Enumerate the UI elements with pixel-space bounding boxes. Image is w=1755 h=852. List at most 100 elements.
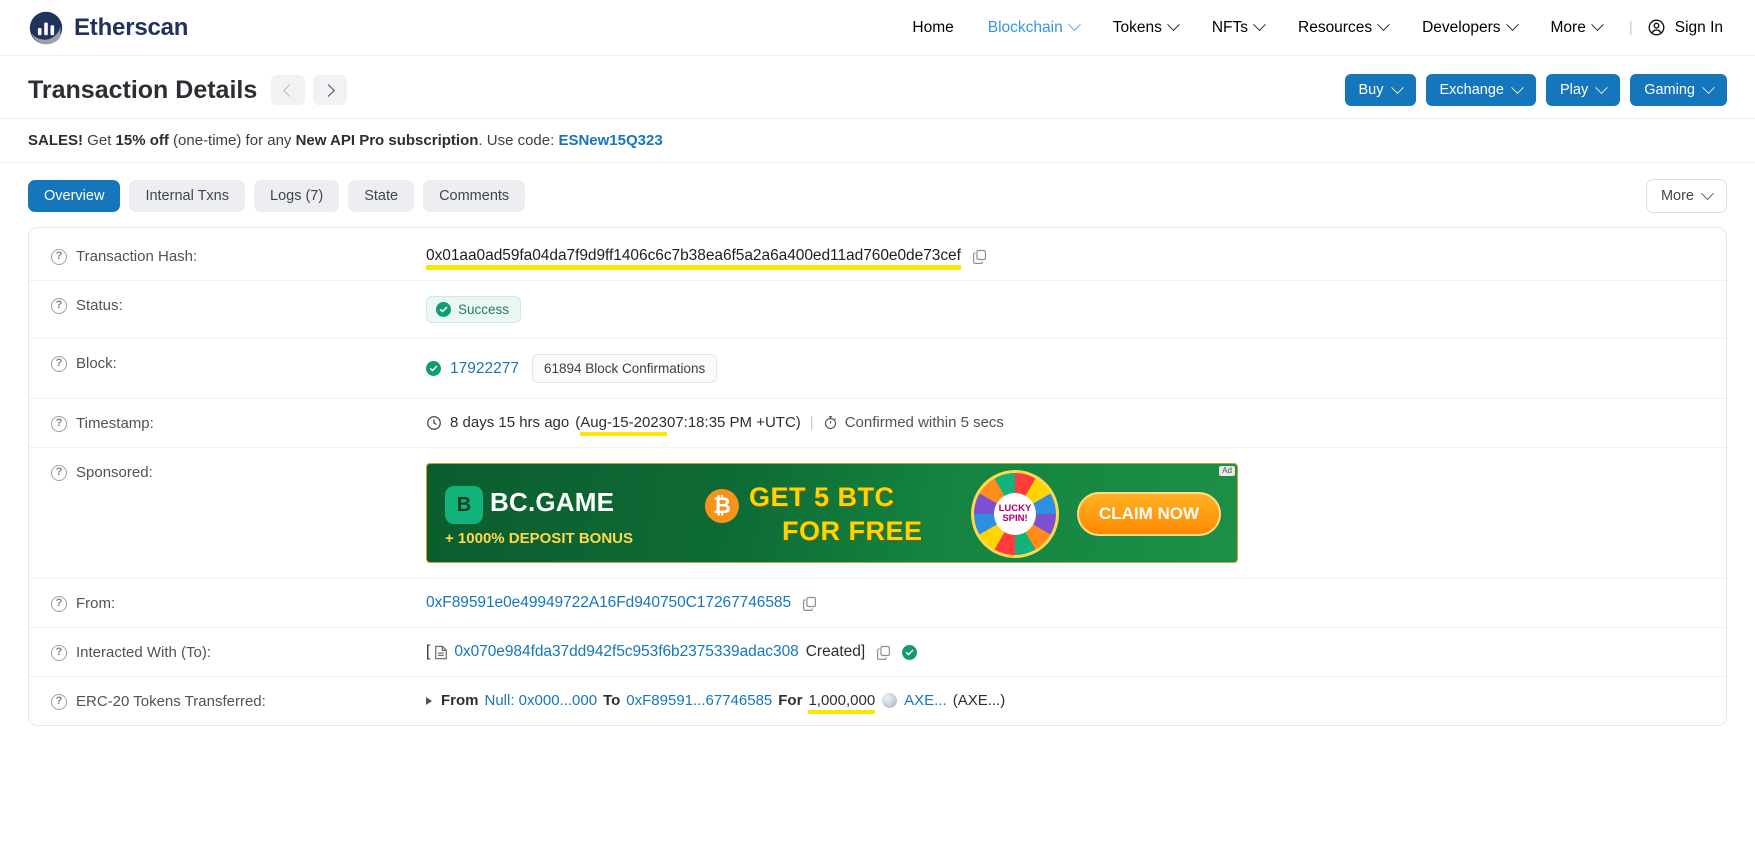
play-button[interactable]: Play: [1546, 74, 1621, 106]
nav-item-developers[interactable]: Developers: [1405, 13, 1533, 43]
copy-icon[interactable]: [876, 645, 891, 660]
created-label: Created: [805, 643, 861, 660]
copy-icon[interactable]: [972, 249, 987, 264]
erc20-token-symbol: (AXE...): [952, 692, 1006, 709]
sales-text-middle: (one-time) for any: [168, 132, 296, 149]
tab-state[interactable]: State: [348, 180, 415, 212]
etherscan-logo-icon: [29, 11, 63, 44]
sponsored-ad-banner[interactable]: B BC.GAME + 1000% DEPOSIT BONUS ₿ GET 5 …: [426, 463, 1238, 563]
label-timestamp: ? Timestamp:: [51, 414, 426, 432]
label-text-status: Status:: [76, 297, 123, 314]
user-circle-icon: [1648, 19, 1665, 36]
label-sponsored: ? Sponsored:: [51, 463, 426, 481]
expand-triangle-icon[interactable]: [426, 696, 432, 705]
nav-label-tokens: Tokens: [1112, 18, 1162, 36]
promo-code-link[interactable]: ESNew15Q323: [558, 132, 662, 149]
help-icon[interactable]: ?: [51, 415, 67, 432]
more-tabs-label: More: [1660, 188, 1694, 204]
help-icon[interactable]: ?: [51, 355, 67, 372]
tab-logs[interactable]: Logs (7): [254, 180, 340, 212]
row-from: ? From: 0xF89591e0e49949722A16Fd940750C1…: [29, 578, 1726, 627]
copy-icon[interactable]: [802, 596, 817, 611]
nav-label-resources: Resources: [1298, 18, 1373, 36]
help-icon[interactable]: ?: [51, 248, 67, 265]
tab-overview[interactable]: Overview: [28, 180, 121, 212]
label-from: ? From:: [51, 594, 426, 612]
label-text-from: From:: [76, 595, 116, 612]
value-from: 0xF89591e0e49949722A16Fd940750C172677465…: [426, 594, 1704, 612]
row-interacted-with: ? Interacted With (To): [ 0x070e984fda37…: [29, 627, 1726, 676]
nav-item-more[interactable]: More: [1534, 13, 1619, 43]
help-icon[interactable]: ?: [51, 644, 67, 661]
chevron-down-icon: [1595, 80, 1609, 94]
from-address-link[interactable]: 0xF89591e0e49949722A16Fd940750C172677465…: [426, 594, 791, 612]
sign-in-button[interactable]: Sign In: [1643, 12, 1727, 43]
nav-item-home[interactable]: Home: [895, 13, 970, 43]
help-icon[interactable]: ?: [51, 595, 67, 612]
gaming-button[interactable]: Gaming: [1630, 74, 1727, 106]
nav-item-resources[interactable]: Resources: [1281, 13, 1405, 43]
nav-item-tokens[interactable]: Tokens: [1096, 13, 1195, 43]
tab-internal-txns[interactable]: Internal Txns: [129, 180, 245, 212]
label-text-block: Block:: [76, 355, 117, 372]
value-timestamp: 8 days 15 hrs ago(Aug-15-2023 07:18:35 P…: [426, 414, 1704, 436]
timestamp-relative: 8 days 15 hrs ago: [450, 414, 570, 431]
previous-transaction-button[interactable]: [271, 75, 306, 105]
nav-label-nfts: NFTs: [1211, 18, 1248, 36]
label-block: ? Block:: [51, 354, 426, 372]
chevron-down-icon: [1377, 18, 1390, 32]
row-timestamp: ? Timestamp: 8 days 15 hrs ago(Aug-15-20…: [29, 398, 1726, 447]
chevron-down-icon: [1701, 186, 1714, 200]
erc20-from-address-link[interactable]: Null: 0x000...000: [485, 692, 598, 709]
gaming-label: Gaming: [1644, 82, 1695, 98]
ad-wheel-label: LUCKY SPIN!: [994, 493, 1036, 535]
contract-verified-icon: [902, 644, 918, 660]
nav-label-more: More: [1550, 18, 1586, 36]
chevron-down-icon: [1166, 18, 1180, 32]
row-sponsored: ? Sponsored: B BC.GAME + 1000% DEPOSIT B…: [29, 447, 1726, 578]
play-label: Play: [1560, 82, 1589, 98]
row-transaction-hash: ? Transaction Hash: 0x01aa0ad59fa04da7f9…: [29, 232, 1726, 280]
chevron-down-icon: [1253, 18, 1266, 32]
brand-name: Etherscan: [74, 13, 189, 41]
tab-bar: Overview Internal Txns Logs (7) State Co…: [0, 163, 1755, 227]
exchange-button[interactable]: Exchange: [1425, 74, 1536, 106]
bracket-open: [: [426, 643, 431, 660]
check-circle-icon: [436, 302, 451, 317]
buy-button[interactable]: Buy: [1344, 74, 1416, 106]
value-transaction-hash: 0x01aa0ad59fa04da7f9d9ff1406c6c7b38ea6f5…: [426, 247, 1704, 270]
chevron-left-icon: [283, 83, 297, 97]
nav-label-home: Home: [912, 18, 954, 36]
next-transaction-button[interactable]: [313, 75, 348, 105]
sales-banner: SALES! Get 15% off (one-time) for any Ne…: [0, 118, 1755, 163]
ad-claim-now-button[interactable]: CLAIM NOW: [1076, 492, 1221, 536]
main-nav: Home Blockchain Tokens NFTs Resources De…: [895, 12, 1727, 43]
status-badge-label: Success: [458, 302, 510, 317]
erc20-to-address-link[interactable]: 0xF89591...67746585: [626, 692, 772, 709]
bracket-close: ]: [860, 643, 866, 660]
interacted-with-address-link[interactable]: 0x070e984fda37dd942f5c953f6b2375339adac3…: [454, 643, 798, 661]
help-icon[interactable]: ?: [51, 464, 67, 481]
ad-headline-line1: GET 5 BTC: [749, 482, 895, 512]
block-number-link[interactable]: 17922277: [450, 360, 519, 378]
nav-label-developers: Developers: [1422, 18, 1501, 36]
tab-comments[interactable]: Comments: [423, 180, 526, 212]
help-icon[interactable]: ?: [51, 297, 67, 314]
value-block: 17922277 61894 Block Confirmations: [426, 354, 1704, 383]
sign-in-label: Sign In: [1674, 18, 1723, 36]
ad-brand-name: BC.GAME: [490, 487, 615, 517]
help-icon[interactable]: ?: [51, 693, 67, 710]
block-verified-icon: [426, 361, 441, 376]
etherscan-logo-link[interactable]: Etherscan: [28, 10, 188, 46]
page-title: Transaction Details: [28, 75, 258, 104]
nav-item-nfts[interactable]: NFTs: [1195, 13, 1281, 43]
clock-icon: [427, 415, 441, 430]
label-interacted-with: ? Interacted With (To):: [51, 643, 426, 661]
stopwatch-icon: [824, 416, 836, 430]
label-text-erc20-transfers: ERC-20 Tokens Transferred:: [76, 693, 266, 710]
erc20-token-link[interactable]: AXE...: [904, 692, 947, 709]
more-tabs-button[interactable]: More: [1645, 179, 1727, 213]
confirmed-within-text: Confirmed within 5 secs: [844, 414, 1004, 431]
label-text-timestamp: Timestamp:: [76, 415, 154, 432]
nav-item-blockchain[interactable]: Blockchain: [971, 13, 1096, 43]
